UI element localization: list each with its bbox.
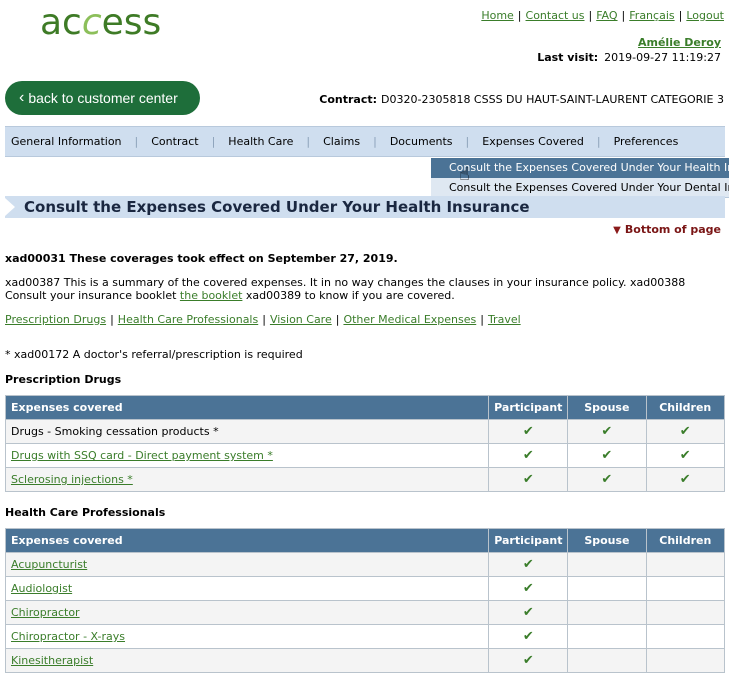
- check-icon: ✔: [488, 419, 569, 444]
- contact-us-link[interactable]: Contact us: [526, 9, 585, 22]
- booklet-link[interactable]: the booklet: [180, 289, 243, 302]
- check-icon: ✔: [567, 419, 647, 444]
- effective-date-text: xad00031 These coverages took effect on …: [5, 252, 398, 265]
- back-to-customer-center-button[interactable]: ‹ back to customer center: [5, 81, 200, 115]
- page-title: Consult the Expenses Covered Under Your …: [24, 198, 530, 216]
- expenses-submenu: Consult the Expenses Covered Under Your …: [431, 158, 729, 198]
- nav-expenses-covered[interactable]: Expenses Covered: [476, 135, 590, 148]
- last-visit: Last visit: 2019-09-27 11:19:27: [537, 51, 721, 64]
- row-link[interactable]: Chiropractor - X-rays: [11, 630, 125, 643]
- table-row: Drugs - Smoking cessation products * ✔ ✔…: [4, 419, 725, 444]
- contract-info: Contract: D0320-2305818 CSSS DU HAUT-SAIN…: [319, 93, 724, 106]
- row-link[interactable]: Audiologist: [11, 582, 72, 595]
- check-icon: ✔: [488, 467, 569, 492]
- nav-general-information[interactable]: General Information: [5, 135, 128, 148]
- col-expenses-covered: Expenses covered: [4, 528, 490, 553]
- row-link[interactable]: Chiropractor: [11, 606, 80, 619]
- col-children: Children: [645, 528, 726, 553]
- submenu-health-insurance[interactable]: Consult the Expenses Covered Under Your …: [431, 158, 729, 178]
- check-icon: ✔: [488, 443, 569, 468]
- link-prescription-drugs[interactable]: Prescription Drugs: [5, 313, 106, 326]
- table-row: Sclerosing injections * ✔ ✔ ✔: [4, 467, 725, 492]
- check-icon: ✔: [488, 648, 569, 673]
- col-expenses-covered: Expenses covered: [4, 395, 490, 420]
- table-row: Chiropractor - X-rays ✔: [4, 624, 726, 649]
- row-label: Drugs - Smoking cessation products *: [4, 419, 490, 444]
- col-children: Children: [645, 395, 725, 420]
- page-title-bar: Consult the Expenses Covered Under Your …: [5, 196, 725, 218]
- table-row: Kinesitherapist ✔: [4, 648, 726, 673]
- chevron-left-icon: ‹: [19, 89, 25, 106]
- col-spouse: Spouse: [567, 528, 647, 553]
- triangle-right-icon: [5, 198, 15, 216]
- francais-link[interactable]: Français: [629, 9, 674, 22]
- nav-contract[interactable]: Contract: [145, 135, 204, 148]
- check-icon: ✔: [488, 576, 569, 601]
- col-participant: Participant: [488, 395, 569, 420]
- nav-health-care[interactable]: Health Care: [222, 135, 299, 148]
- bottom-of-page-link[interactable]: ▼ Bottom of page: [613, 223, 721, 236]
- col-participant: Participant: [488, 528, 569, 553]
- faq-link[interactable]: FAQ: [596, 9, 617, 22]
- check-icon: ✔: [645, 467, 725, 492]
- top-links: Home | Contact us | FAQ | Français | Logout: [481, 9, 724, 22]
- nav-claims[interactable]: Claims: [317, 135, 366, 148]
- row-link[interactable]: Acupuncturist: [11, 558, 87, 571]
- submenu-dental-insurance[interactable]: Consult the Expenses Covered Under Your …: [431, 178, 729, 198]
- access-logo: access: [40, 2, 162, 43]
- user-name-link[interactable]: Amélie Deroy: [638, 36, 721, 49]
- prescription-drugs-table: Expenses covered Participant Spouse Chil…: [4, 395, 725, 492]
- table-row: Acupuncturist ✔: [4, 552, 726, 577]
- check-icon: ✔: [488, 552, 569, 577]
- check-icon: ✔: [645, 419, 725, 444]
- hand-cursor-icon: ☝: [459, 164, 470, 185]
- triangle-down-icon: ▼: [613, 225, 621, 236]
- row-link[interactable]: Sclerosing injections *: [11, 473, 133, 486]
- section-heading-health-care-professionals: Health Care Professionals: [5, 506, 166, 519]
- link-health-care-professionals[interactable]: Health Care Professionals: [118, 313, 258, 326]
- nav-documents[interactable]: Documents: [384, 135, 459, 148]
- section-heading-prescription-drugs: Prescription Drugs: [5, 373, 122, 386]
- check-icon: ✔: [567, 467, 647, 492]
- col-spouse: Spouse: [567, 395, 647, 420]
- table-row: Chiropractor ✔: [4, 600, 726, 625]
- health-care-professionals-table: Expenses covered Participant Spouse Chil…: [4, 528, 726, 673]
- table-row: Audiologist ✔: [4, 576, 726, 601]
- home-link[interactable]: Home: [481, 9, 513, 22]
- row-link[interactable]: Kinesitherapist: [11, 654, 93, 667]
- link-other-medical-expenses[interactable]: Other Medical Expenses: [343, 313, 476, 326]
- main-nav: General Information | Contract | Health Ca…: [5, 126, 725, 157]
- link-travel[interactable]: Travel: [488, 313, 521, 326]
- check-icon: ✔: [488, 624, 569, 649]
- referral-note: * xad00172 A doctor's referral/prescript…: [5, 348, 303, 361]
- section-links: Prescription Drugs | Health Care Professio…: [5, 313, 521, 326]
- nav-preferences[interactable]: Preferences: [608, 135, 685, 148]
- check-icon: ✔: [645, 443, 725, 468]
- summary-text: xad00387 This is a summary of the covere…: [5, 276, 686, 302]
- check-icon: ✔: [488, 600, 569, 625]
- table-row: Drugs with SSQ card - Direct payment sys…: [4, 443, 725, 468]
- link-vision-care[interactable]: Vision Care: [270, 313, 332, 326]
- row-link[interactable]: Drugs with SSQ card - Direct payment sys…: [11, 449, 273, 462]
- check-icon: ✔: [567, 443, 647, 468]
- logout-link[interactable]: Logout: [686, 9, 724, 22]
